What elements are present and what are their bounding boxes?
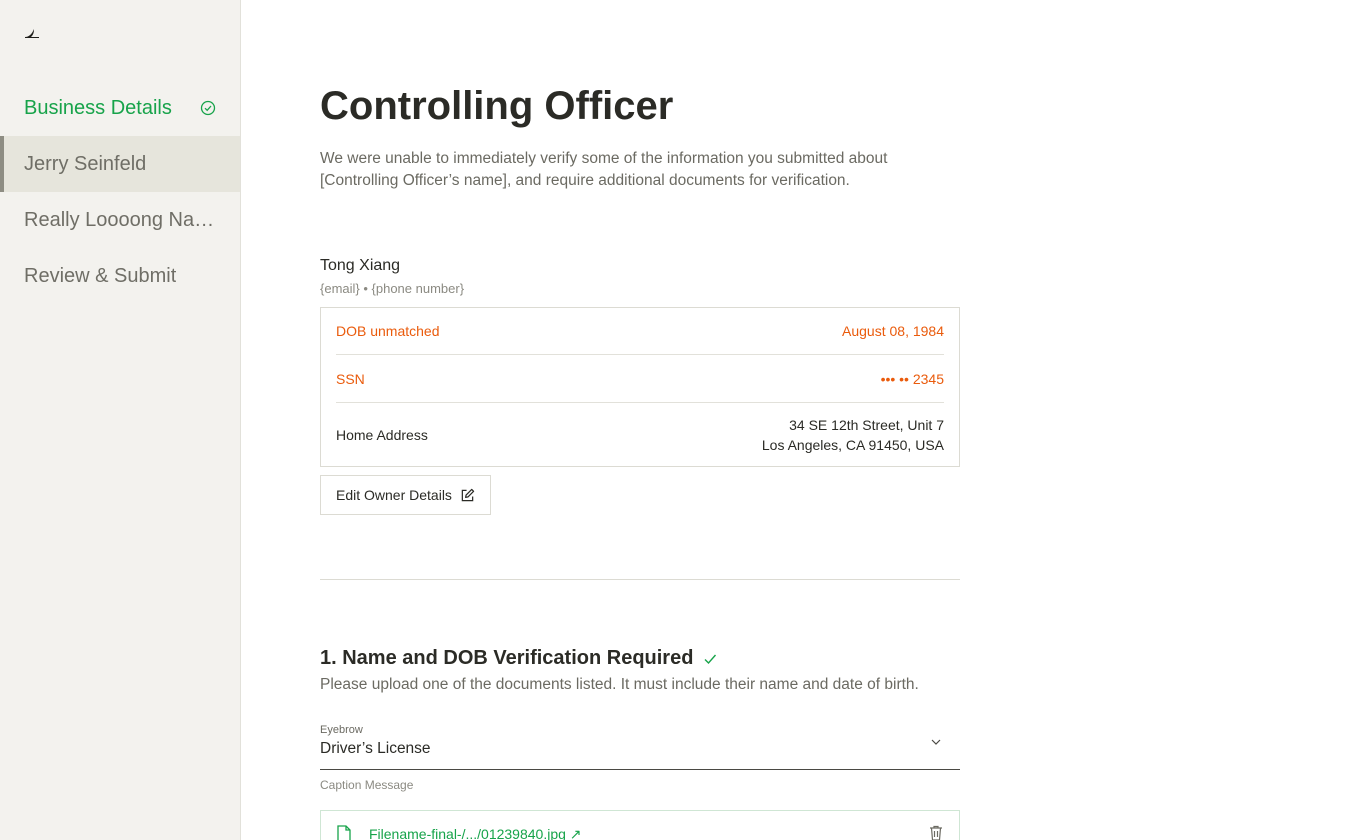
- detail-row-dob: DOB unmatched August 08, 1984: [336, 308, 944, 355]
- check-circle-icon: [200, 100, 216, 116]
- page-title: Controlling Officer: [320, 84, 674, 128]
- edit-icon: [461, 488, 475, 501]
- document-icon: [337, 825, 351, 840]
- select-caption: Caption Message: [320, 778, 414, 792]
- detail-row-ssn: SSN ••• •• 2345: [336, 355, 944, 403]
- detail-value: 34 SE 12th Street, Unit 7 Los Angeles, C…: [762, 415, 944, 455]
- nav-item-label: Business Details: [24, 96, 172, 119]
- section-title-text: 1. Name and DOB Verification Required: [320, 647, 694, 669]
- address-line-2: Los Angeles, CA 91450, USA: [761, 436, 944, 453]
- detail-label: DOB unmatched: [336, 323, 440, 339]
- check-icon: [704, 654, 717, 664]
- step-nav: Business Details Jerry Seinfeld Really L…: [0, 80, 240, 304]
- section-description: Please upload one of the documents liste…: [320, 676, 919, 693]
- nav-item-label: Review & Submit: [24, 264, 177, 287]
- uploaded-file: Filename-final-/.../01239840.jpg ↗: [320, 810, 960, 840]
- page-intro: We were unable to immediately verify som…: [320, 150, 888, 189]
- bird-logo-icon[interactable]: [22, 22, 42, 42]
- nav-item-review-submit[interactable]: Review & Submit: [0, 248, 240, 304]
- detail-value: ••• •• 2345: [880, 370, 944, 387]
- edit-owner-details-button[interactable]: Edit Owner Details: [320, 475, 491, 515]
- owner-name: Tong Xiang: [320, 257, 401, 274]
- detail-label: Home Address: [336, 426, 428, 443]
- detail-row-home-address: Home Address 34 SE 12th Street, Unit 7 L…: [336, 403, 944, 466]
- nav-item-really-long-name[interactable]: Really Loooong Name: [0, 192, 240, 248]
- chevron-down-icon: [931, 739, 941, 745]
- select-value: Driver’s License: [320, 740, 431, 757]
- nav-item-business-details[interactable]: Business Details: [0, 80, 240, 136]
- nav-item-label: Jerry Seinfeld: [24, 152, 147, 175]
- select-eyebrow: Eyebrow: [320, 724, 363, 736]
- trash-icon[interactable]: [929, 825, 943, 840]
- nav-item-jerry-seinfeld[interactable]: Jerry Seinfeld: [0, 136, 240, 192]
- edit-owner-details-label: Edit Owner Details: [336, 487, 452, 503]
- detail-value: August 08, 1984: [842, 323, 944, 339]
- sidebar: Business Details Jerry Seinfeld Really L…: [0, 0, 241, 840]
- owner-contact: {email} • {phone number}: [320, 281, 465, 296]
- address-line-1: 34 SE 12th Street, Unit 7: [789, 416, 944, 433]
- detail-label: SSN: [336, 370, 365, 387]
- section-title: 1. Name and DOB Verification Required: [320, 647, 717, 670]
- section-divider: [320, 579, 960, 580]
- document-type-select[interactable]: Eyebrow Driver’s License: [320, 722, 960, 770]
- file-link[interactable]: Filename-final-/.../01239840.jpg ↗: [369, 826, 582, 840]
- nav-item-label: Really Loooong Name: [24, 208, 216, 231]
- owner-details-card: DOB unmatched August 08, 1984 SSN ••• ••…: [320, 307, 960, 467]
